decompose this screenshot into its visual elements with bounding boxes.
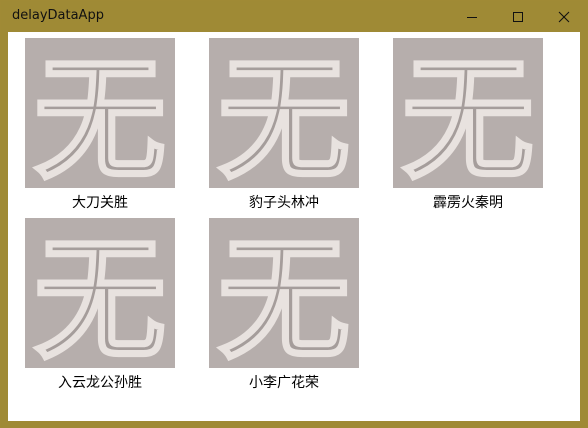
placeholder-image: 无 (25, 38, 175, 188)
list-item[interactable]: 无 豹子头林冲 (209, 38, 359, 216)
placeholder-image: 无 (25, 218, 175, 368)
item-name: 豹子头林冲 (249, 195, 319, 211)
list-item[interactable]: 无 小李广花荣 (209, 218, 359, 396)
window-border-left (1, 32, 8, 421)
item-name: 大刀关胜 (72, 195, 128, 211)
placeholder-glyph-icon: 无 (33, 43, 168, 189)
maximize-icon (513, 11, 523, 22)
svg-text:无: 无 (34, 224, 166, 368)
placeholder-image: 无 (209, 38, 359, 188)
window-border-right (580, 32, 587, 421)
minimize-button[interactable] (449, 1, 495, 32)
close-icon (558, 11, 570, 22)
placeholder-glyph-icon: 无 (33, 223, 168, 369)
window-border-bottom (1, 421, 587, 427)
item-name: 小李广花荣 (249, 375, 319, 391)
title-bar[interactable]: delayDataApp (1, 1, 587, 32)
maximize-button[interactable] (495, 1, 541, 32)
item-name: 霹雳火秦明 (433, 195, 503, 211)
app-window: delayDataApp 无 大刀关胜 无 豹子头林冲 无 霹雳火秦明 无 入云… (0, 0, 588, 428)
placeholder-glyph-icon: 无 (217, 43, 352, 189)
minimize-icon (467, 16, 477, 18)
placeholder-glyph-icon: 无 (217, 223, 352, 369)
placeholder-image: 无 (393, 38, 543, 188)
placeholder-glyph-icon: 无 (401, 43, 536, 189)
svg-text:无: 无 (34, 44, 166, 188)
svg-text:无: 无 (402, 44, 534, 188)
svg-text:无: 无 (218, 44, 350, 188)
list-item[interactable]: 无 大刀关胜 (25, 38, 175, 216)
item-name: 入云龙公孙胜 (58, 375, 142, 391)
content-area: 无 大刀关胜 无 豹子头林冲 无 霹雳火秦明 无 入云龙公孙胜 无 小李广花荣 (8, 32, 580, 421)
list-item[interactable]: 无 霹雳火秦明 (393, 38, 543, 216)
svg-text:无: 无 (218, 224, 350, 368)
close-button[interactable] (541, 1, 587, 32)
list-item[interactable]: 无 入云龙公孙胜 (25, 218, 175, 396)
window-title: delayDataApp (12, 8, 104, 23)
placeholder-image: 无 (209, 218, 359, 368)
